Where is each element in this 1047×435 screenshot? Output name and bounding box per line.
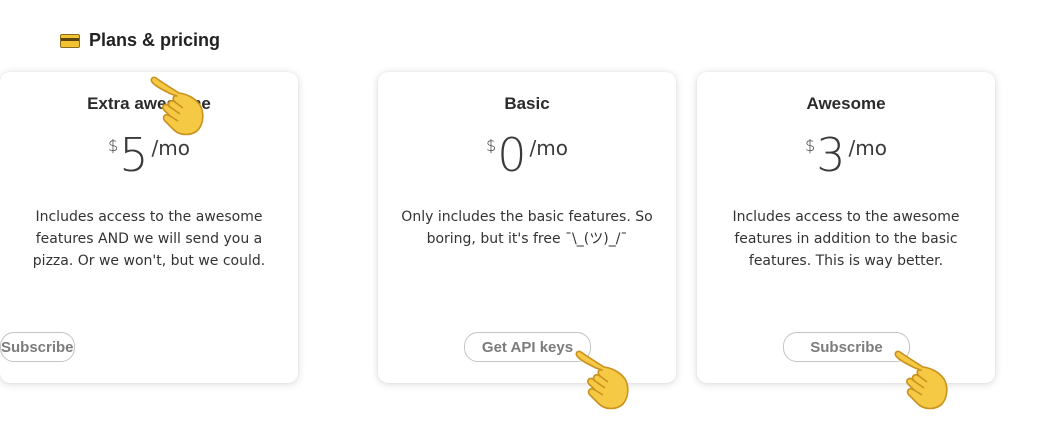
price-amount: 0: [497, 128, 527, 182]
plan-name: Basic: [504, 94, 550, 113]
price-currency: $: [805, 136, 816, 155]
price-amount: 3: [816, 128, 846, 182]
plan-name: Awesome: [806, 94, 886, 113]
price-period: /mo: [848, 136, 887, 160]
plan-description: Includes access to the awesome features …: [32, 209, 266, 269]
section-title: Plans & pricing: [89, 30, 221, 50]
plan-price: $ 0 /mo: [378, 130, 676, 182]
plan-description: Only includes the basic features. So bor…: [401, 209, 653, 247]
subscribe-button[interactable]: Subscribe: [0, 332, 75, 362]
section-header: Plans & pricing: [60, 30, 220, 51]
plan-card-basic: Basic $ 0 /mo Only includes the basic fe…: [378, 72, 676, 410]
plan-card-awesome: Awesome $ 3 /mo Includes access to the a…: [697, 72, 995, 410]
credit-card-icon: [60, 33, 80, 48]
price-period: /mo: [529, 136, 568, 160]
price-currency: $: [486, 136, 497, 155]
plan-card-extra-awesome: Extra awesome $ 5 /mo Includes access to…: [0, 72, 298, 383]
subscribe-button[interactable]: Subscribe: [783, 332, 910, 362]
pricing-page: Plans & pricing Basic $ 0 /mo Only inclu…: [0, 0, 1047, 435]
price-currency: $: [108, 136, 119, 155]
price-period: /mo: [151, 136, 190, 160]
plan-price: $ 5 /mo: [0, 130, 298, 182]
plan-description: Includes access to the awesome features …: [732, 209, 960, 269]
plan-name: Extra awesome: [87, 94, 211, 113]
plan-price: $ 3 /mo: [697, 130, 995, 182]
get-api-keys-button[interactable]: Get API keys: [464, 332, 591, 362]
price-amount: 5: [119, 128, 149, 182]
